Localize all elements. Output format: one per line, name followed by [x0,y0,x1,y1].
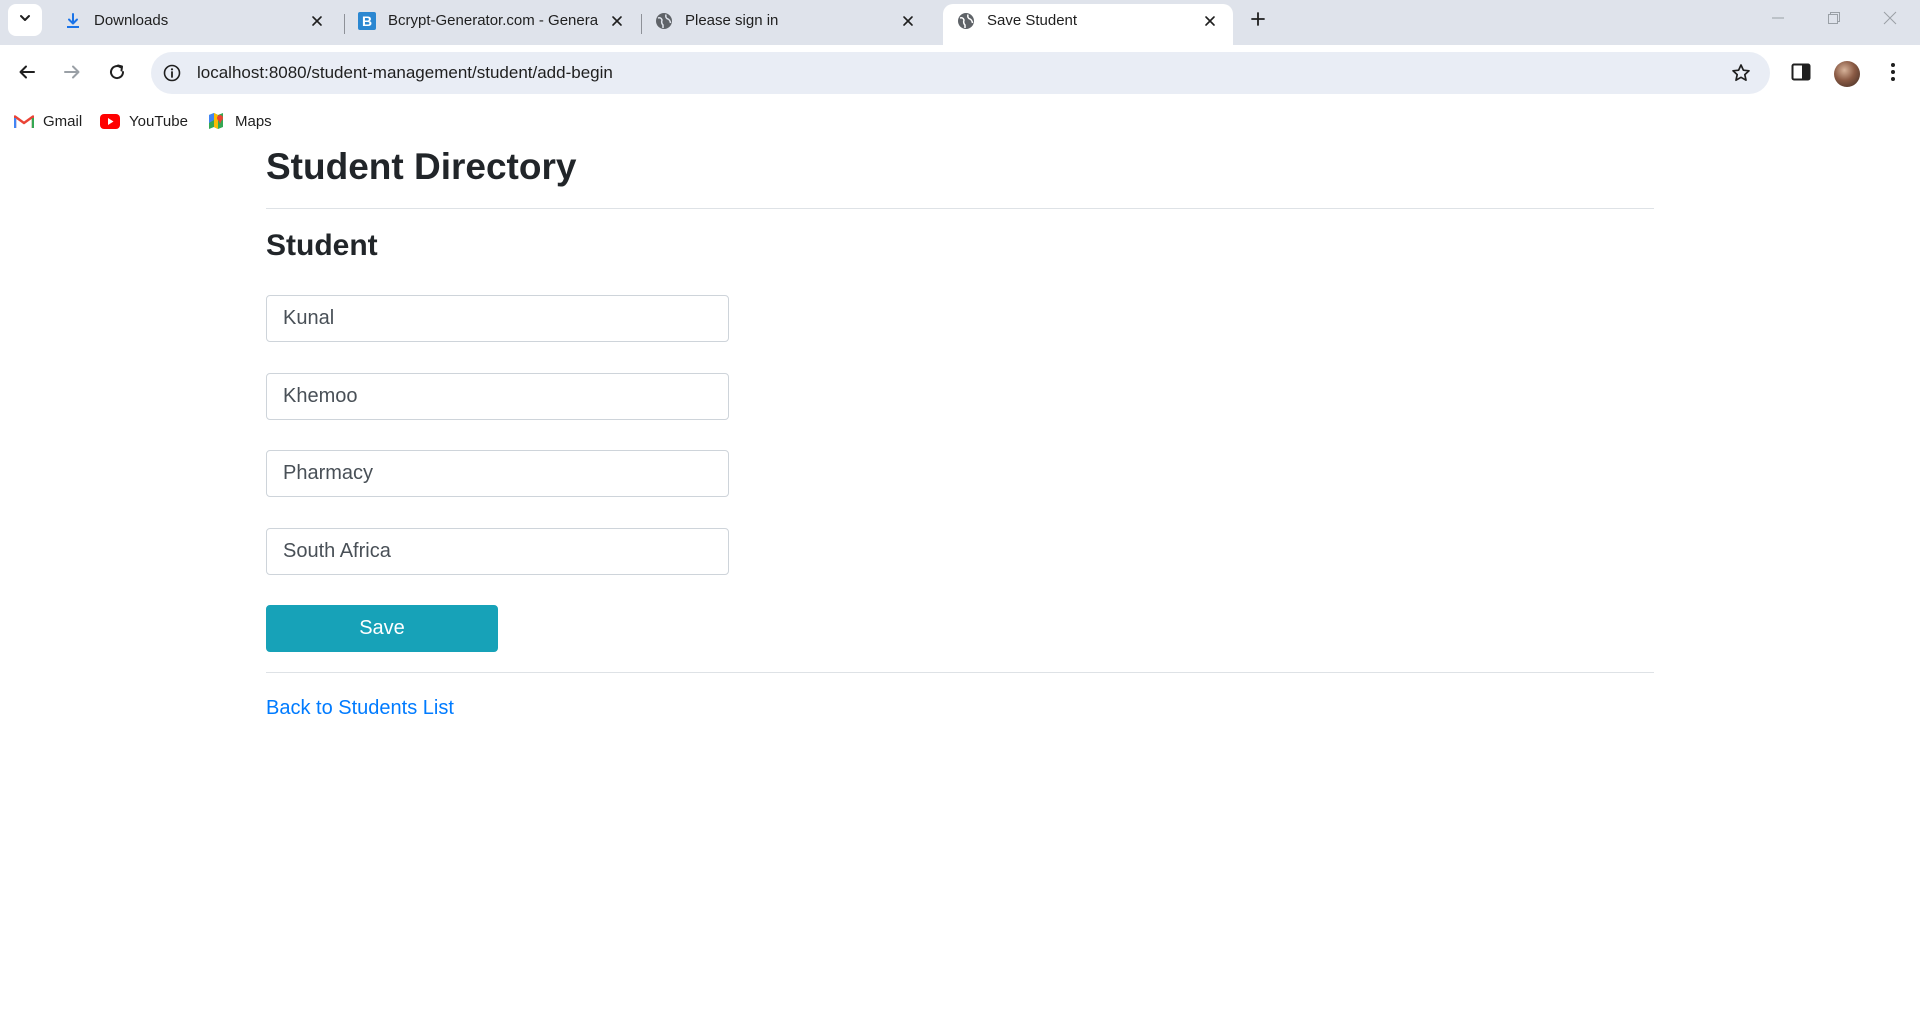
tab-strip: Downloads B Bcrypt-Generator.com - Gener… [0,0,1920,45]
minimize-button[interactable] [1750,0,1806,40]
arrow-right-icon [63,63,81,86]
country-field[interactable] [266,528,729,575]
close-tab-icon[interactable] [606,10,628,32]
bookmark-star-icon[interactable] [1730,62,1752,84]
arrow-left-icon [18,63,36,86]
globe-icon [655,12,673,30]
download-icon [64,12,82,30]
new-tab-button[interactable] [1243,6,1273,36]
bcrypt-b-icon: B [358,11,376,30]
save-button[interactable]: Save [266,605,498,652]
bookmark-maps[interactable]: Maps [206,110,272,132]
browser-toolbar: localhost:8080/student-management/studen… [0,45,1920,102]
globe-icon [957,12,975,30]
youtube-icon [100,112,120,130]
restore-button[interactable] [1806,0,1862,40]
forward-button[interactable] [55,57,89,91]
close-tab-icon[interactable] [897,10,919,32]
back-button[interactable] [10,57,44,91]
tab-title: Save Student [987,12,1078,29]
course-field[interactable] [266,450,729,497]
avatar [1834,61,1860,87]
minimize-icon [1771,11,1785,30]
restore-icon [1827,11,1841,30]
bookmark-label: Maps [235,112,272,130]
gmail-icon [14,112,34,130]
last-name-field[interactable] [266,373,729,420]
browser-menu-button[interactable] [1876,57,1910,91]
bookmark-label: Gmail [43,112,83,130]
reload-button[interactable] [100,57,134,91]
close-tab-icon[interactable] [1199,10,1221,32]
side-panel-icon [1791,63,1811,86]
profile-button[interactable] [1830,57,1864,91]
url-text[interactable]: localhost:8080/student-management/studen… [197,63,613,83]
divider [266,208,1654,209]
tab-title: Bcrypt-Generator.com - Genera [388,12,599,29]
more-vertical-icon [1890,62,1896,87]
page-title: Student Directory [266,146,577,187]
bookmarks-bar: Gmail YouTube Maps [0,102,1920,139]
tab-bcrypt-generator[interactable]: B Bcrypt-Generator.com - Genera [344,4,640,45]
site-info-icon[interactable] [161,62,183,84]
close-icon [1883,11,1897,30]
svg-text:B: B [362,13,372,29]
tab-save-student[interactable]: Save Student [943,4,1233,45]
tab-please-sign-in[interactable]: Please sign in [641,4,931,45]
bookmark-youtube[interactable]: YouTube [100,110,188,132]
bookmark-gmail[interactable]: Gmail [14,110,82,132]
close-tab-icon[interactable] [306,10,328,32]
divider [266,672,1654,673]
form-title: Student [266,229,378,262]
tab-title: Downloads [94,12,169,29]
close-window-button[interactable] [1862,0,1918,40]
address-bar[interactable]: localhost:8080/student-management/studen… [151,52,1770,94]
side-panel-button[interactable] [1784,57,1818,91]
chevron-down-icon [18,11,32,30]
back-to-students-link[interactable]: Back to Students List [266,697,454,720]
plus-icon [1250,11,1266,32]
maps-icon [206,112,226,130]
reload-icon [108,63,126,86]
bookmark-label: YouTube [129,112,188,130]
tab-search-button[interactable] [8,4,42,36]
tab-downloads[interactable]: Downloads [50,4,340,45]
first-name-field[interactable] [266,295,729,342]
tab-title: Please sign in [685,12,779,29]
